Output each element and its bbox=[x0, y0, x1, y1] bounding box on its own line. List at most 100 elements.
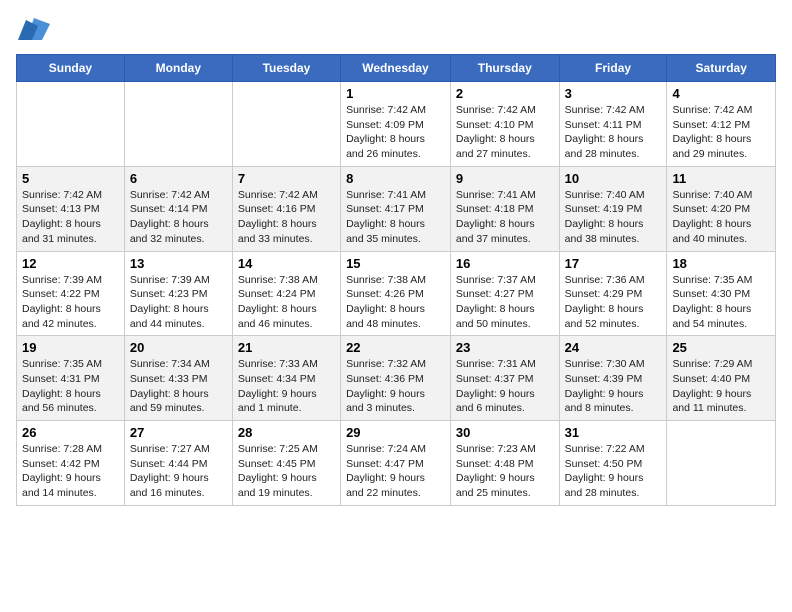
day-info: Sunrise: 7:42 AM Sunset: 4:14 PM Dayligh… bbox=[130, 188, 227, 247]
day-number: 25 bbox=[672, 340, 770, 355]
calendar-cell: 12 Sunrise: 7:39 AM Sunset: 4:22 PM Dayli… bbox=[17, 251, 125, 336]
day-number: 12 bbox=[22, 256, 119, 271]
day-number: 31 bbox=[565, 425, 662, 440]
weekday-header-wednesday: Wednesday bbox=[341, 55, 451, 82]
day-number: 24 bbox=[565, 340, 662, 355]
calendar-week-4: 19 Sunrise: 7:35 AM Sunset: 4:31 PM Dayli… bbox=[17, 336, 776, 421]
calendar-cell: 7 Sunrise: 7:42 AM Sunset: 4:16 PM Daylig… bbox=[232, 166, 340, 251]
day-info: Sunrise: 7:42 AM Sunset: 4:11 PM Dayligh… bbox=[565, 103, 662, 162]
day-info: Sunrise: 7:37 AM Sunset: 4:27 PM Dayligh… bbox=[456, 273, 554, 332]
day-number: 19 bbox=[22, 340, 119, 355]
day-info: Sunrise: 7:42 AM Sunset: 4:13 PM Dayligh… bbox=[22, 188, 119, 247]
day-info: Sunrise: 7:29 AM Sunset: 4:40 PM Dayligh… bbox=[672, 357, 770, 416]
day-info: Sunrise: 7:23 AM Sunset: 4:48 PM Dayligh… bbox=[456, 442, 554, 501]
calendar-cell bbox=[232, 82, 340, 167]
calendar-cell: 1 Sunrise: 7:42 AM Sunset: 4:09 PM Daylig… bbox=[341, 82, 451, 167]
day-info: Sunrise: 7:39 AM Sunset: 4:22 PM Dayligh… bbox=[22, 273, 119, 332]
day-number: 20 bbox=[130, 340, 227, 355]
day-number: 29 bbox=[346, 425, 445, 440]
calendar-cell: 30 Sunrise: 7:23 AM Sunset: 4:48 PM Dayli… bbox=[450, 421, 559, 506]
calendar-week-5: 26 Sunrise: 7:28 AM Sunset: 4:42 PM Dayli… bbox=[17, 421, 776, 506]
day-number: 1 bbox=[346, 86, 445, 101]
day-number: 11 bbox=[672, 171, 770, 186]
calendar-cell: 16Sunrise: 7:37 AM Sunset: 4:27 PM Dayli… bbox=[450, 251, 559, 336]
calendar-cell: 2Sunrise: 7:42 AM Sunset: 4:10 PM Daylig… bbox=[450, 82, 559, 167]
day-info: Sunrise: 7:28 AM Sunset: 4:42 PM Dayligh… bbox=[22, 442, 119, 501]
calendar-cell: 29 Sunrise: 7:24 AM Sunset: 4:47 PM Dayli… bbox=[341, 421, 451, 506]
weekday-header-thursday: Thursday bbox=[450, 55, 559, 82]
day-number: 8 bbox=[346, 171, 445, 186]
calendar-table: SundayMondayTuesdayWednesdayThursdayFrid… bbox=[16, 54, 776, 506]
day-info: Sunrise: 7:38 AM Sunset: 4:24 PM Dayligh… bbox=[238, 273, 335, 332]
calendar-cell: 28Sunrise: 7:25 AM Sunset: 4:45 PM Dayli… bbox=[232, 421, 340, 506]
day-info: Sunrise: 7:33 AM Sunset: 4:34 PM Dayligh… bbox=[238, 357, 335, 416]
weekday-header-friday: Friday bbox=[559, 55, 667, 82]
weekday-header-monday: Monday bbox=[124, 55, 232, 82]
logo-icon bbox=[18, 16, 50, 44]
weekday-header-tuesday: Tuesday bbox=[232, 55, 340, 82]
calendar-cell: 6 Sunrise: 7:42 AM Sunset: 4:14 PM Daylig… bbox=[124, 166, 232, 251]
day-number: 30 bbox=[456, 425, 554, 440]
calendar-week-3: 12 Sunrise: 7:39 AM Sunset: 4:22 PM Dayli… bbox=[17, 251, 776, 336]
day-info: Sunrise: 7:42 AM Sunset: 4:09 PM Dayligh… bbox=[346, 103, 445, 162]
weekday-header-row: SundayMondayTuesdayWednesdayThursdayFrid… bbox=[17, 55, 776, 82]
day-number: 4 bbox=[672, 86, 770, 101]
calendar-cell: 8 Sunrise: 7:41 AM Sunset: 4:17 PM Daylig… bbox=[341, 166, 451, 251]
calendar-body: 1 Sunrise: 7:42 AM Sunset: 4:09 PM Daylig… bbox=[17, 82, 776, 506]
day-info: Sunrise: 7:42 AM Sunset: 4:16 PM Dayligh… bbox=[238, 188, 335, 247]
calendar-week-1: 1 Sunrise: 7:42 AM Sunset: 4:09 PM Daylig… bbox=[17, 82, 776, 167]
calendar-cell: 27Sunrise: 7:27 AM Sunset: 4:44 PM Dayli… bbox=[124, 421, 232, 506]
day-number: 10 bbox=[565, 171, 662, 186]
day-number: 13 bbox=[130, 256, 227, 271]
day-number: 28 bbox=[238, 425, 335, 440]
day-info: Sunrise: 7:38 AM Sunset: 4:26 PM Dayligh… bbox=[346, 273, 445, 332]
calendar-cell: 26 Sunrise: 7:28 AM Sunset: 4:42 PM Dayli… bbox=[17, 421, 125, 506]
calendar-header: SundayMondayTuesdayWednesdayThursdayFrid… bbox=[17, 55, 776, 82]
day-number: 9 bbox=[456, 171, 554, 186]
day-info: Sunrise: 7:39 AM Sunset: 4:23 PM Dayligh… bbox=[130, 273, 227, 332]
calendar-cell: 31 Sunrise: 7:22 AM Sunset: 4:50 PM Dayli… bbox=[559, 421, 667, 506]
calendar-cell: 21 Sunrise: 7:33 AM Sunset: 4:34 PM Dayli… bbox=[232, 336, 340, 421]
calendar-cell bbox=[17, 82, 125, 167]
page-header bbox=[16, 16, 776, 44]
calendar-cell: 14 Sunrise: 7:38 AM Sunset: 4:24 PM Dayli… bbox=[232, 251, 340, 336]
calendar-cell: 15Sunrise: 7:38 AM Sunset: 4:26 PM Dayli… bbox=[341, 251, 451, 336]
logo bbox=[16, 16, 50, 44]
calendar-cell: 5 Sunrise: 7:42 AM Sunset: 4:13 PM Daylig… bbox=[17, 166, 125, 251]
calendar-cell: 17Sunrise: 7:36 AM Sunset: 4:29 PM Dayli… bbox=[559, 251, 667, 336]
calendar-cell: 25 Sunrise: 7:29 AM Sunset: 4:40 PM Dayli… bbox=[667, 336, 776, 421]
calendar-cell: 9 Sunrise: 7:41 AM Sunset: 4:18 PM Daylig… bbox=[450, 166, 559, 251]
day-info: Sunrise: 7:35 AM Sunset: 4:30 PM Dayligh… bbox=[672, 273, 770, 332]
day-info: Sunrise: 7:40 AM Sunset: 4:19 PM Dayligh… bbox=[565, 188, 662, 247]
day-number: 7 bbox=[238, 171, 335, 186]
calendar-cell bbox=[667, 421, 776, 506]
day-number: 26 bbox=[22, 425, 119, 440]
day-info: Sunrise: 7:31 AM Sunset: 4:37 PM Dayligh… bbox=[456, 357, 554, 416]
day-info: Sunrise: 7:32 AM Sunset: 4:36 PM Dayligh… bbox=[346, 357, 445, 416]
day-info: Sunrise: 7:24 AM Sunset: 4:47 PM Dayligh… bbox=[346, 442, 445, 501]
calendar-cell: 13 Sunrise: 7:39 AM Sunset: 4:23 PM Dayli… bbox=[124, 251, 232, 336]
day-number: 2 bbox=[456, 86, 554, 101]
day-number: 17 bbox=[565, 256, 662, 271]
day-info: Sunrise: 7:40 AM Sunset: 4:20 PM Dayligh… bbox=[672, 188, 770, 247]
day-info: Sunrise: 7:41 AM Sunset: 4:17 PM Dayligh… bbox=[346, 188, 445, 247]
calendar-cell: 11 Sunrise: 7:40 AM Sunset: 4:20 PM Dayli… bbox=[667, 166, 776, 251]
weekday-header-saturday: Saturday bbox=[667, 55, 776, 82]
day-number: 14 bbox=[238, 256, 335, 271]
day-info: Sunrise: 7:27 AM Sunset: 4:44 PM Dayligh… bbox=[130, 442, 227, 501]
day-info: Sunrise: 7:30 AM Sunset: 4:39 PM Dayligh… bbox=[565, 357, 662, 416]
calendar-cell bbox=[124, 82, 232, 167]
day-number: 3 bbox=[565, 86, 662, 101]
day-number: 21 bbox=[238, 340, 335, 355]
day-number: 5 bbox=[22, 171, 119, 186]
calendar-cell: 10 Sunrise: 7:40 AM Sunset: 4:19 PM Dayli… bbox=[559, 166, 667, 251]
day-info: Sunrise: 7:41 AM Sunset: 4:18 PM Dayligh… bbox=[456, 188, 554, 247]
calendar-cell: 4 Sunrise: 7:42 AM Sunset: 4:12 PM Daylig… bbox=[667, 82, 776, 167]
day-info: Sunrise: 7:42 AM Sunset: 4:12 PM Dayligh… bbox=[672, 103, 770, 162]
day-info: Sunrise: 7:35 AM Sunset: 4:31 PM Dayligh… bbox=[22, 357, 119, 416]
day-info: Sunrise: 7:22 AM Sunset: 4:50 PM Dayligh… bbox=[565, 442, 662, 501]
day-number: 6 bbox=[130, 171, 227, 186]
calendar-cell: 24 Sunrise: 7:30 AM Sunset: 4:39 PM Dayli… bbox=[559, 336, 667, 421]
day-number: 18 bbox=[672, 256, 770, 271]
calendar-cell: 23Sunrise: 7:31 AM Sunset: 4:37 PM Dayli… bbox=[450, 336, 559, 421]
